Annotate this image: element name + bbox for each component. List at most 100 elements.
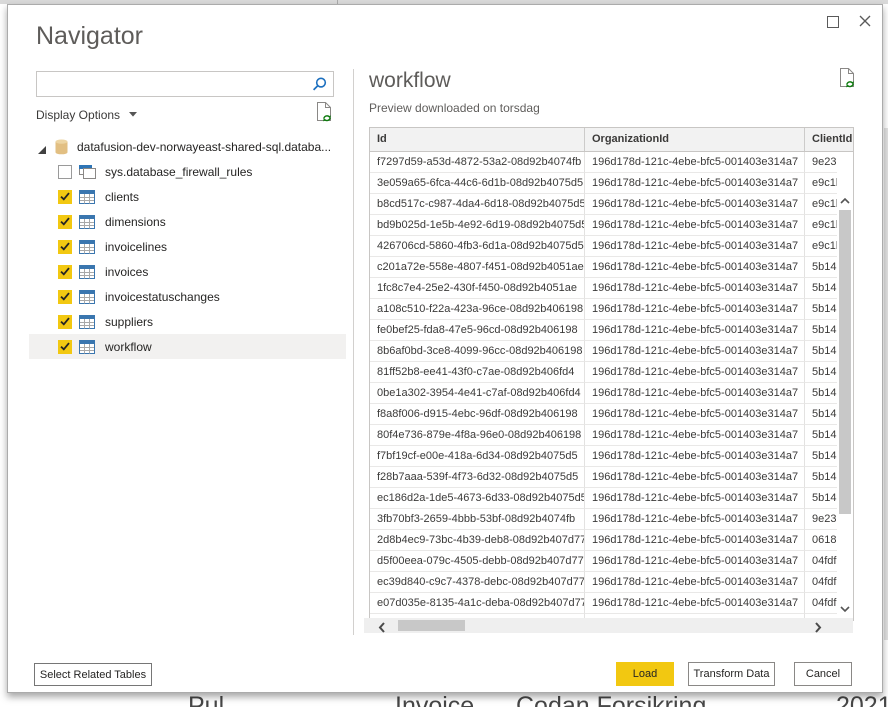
- table-row: ec39d840-c9c7-4378-debc-08d92b407d77196d…: [370, 572, 853, 593]
- navigation-tree: datafusion-dev-norwayeast-shared-sql.dat…: [29, 134, 346, 359]
- search-icon[interactable]: [311, 76, 328, 98]
- checkmark-icon: [60, 217, 70, 226]
- table-icon: [79, 240, 95, 254]
- tree-item-suppliers[interactable]: suppliers: [29, 309, 346, 334]
- table-cell: 3fb70bf3-2659-4bbb-53bf-08d92b4074fb: [370, 509, 585, 530]
- maximize-button[interactable]: [827, 16, 839, 28]
- checkbox[interactable]: [58, 190, 72, 204]
- scroll-up-icon[interactable]: [840, 192, 850, 200]
- table-icon: [79, 265, 95, 279]
- checkmark-icon: [60, 267, 70, 276]
- table-cell: b8cd517c-c987-4da4-6d18-08d92b4075d5: [370, 194, 585, 215]
- table-cell: ec186d2a-1de5-4673-6d33-08d92b4075d5: [370, 488, 585, 509]
- database-icon: [55, 139, 68, 155]
- search-input[interactable]: [41, 73, 309, 95]
- checkbox[interactable]: [58, 265, 72, 279]
- table-cell: 196d178d-121c-4ebe-bfc5-001403e314a7: [585, 425, 805, 446]
- table-cell: 196d178d-121c-4ebe-bfc5-001403e314a7: [585, 236, 805, 257]
- column-header-OrganizationId[interactable]: OrganizationId: [585, 128, 805, 151]
- table-row: c201a72e-558e-4807-f451-08d92b4051ae196d…: [370, 257, 853, 278]
- table-cell: 196d178d-121c-4ebe-bfc5-001403e314a7: [585, 362, 805, 383]
- cancel-button[interactable]: Cancel: [794, 662, 852, 686]
- collapse-triangle-icon[interactable]: [37, 142, 47, 152]
- table-cell: 196d178d-121c-4ebe-bfc5-001403e314a7: [585, 278, 805, 299]
- table-cell: 426706cd-5860-4fb3-6d1a-08d92b4075d5: [370, 236, 585, 257]
- table-cell: f28b7aaa-539f-4f73-6d32-08d92b4075d5: [370, 467, 585, 488]
- select-related-tables-button[interactable]: Select Related Tables: [34, 663, 152, 686]
- tree-item-invoicestatuschanges[interactable]: invoicestatuschanges: [29, 284, 346, 309]
- table-row: 80f4e736-879e-4f8a-96e0-08d92b406198196d…: [370, 425, 853, 446]
- table-row: ec186d2a-1de5-4673-6d33-08d92b4075d5196d…: [370, 488, 853, 509]
- display-options-dropdown[interactable]: Display Options: [36, 106, 137, 122]
- table-cell: 196d178d-121c-4ebe-bfc5-001403e314a7: [585, 341, 805, 362]
- tree-item-label: workflow: [105, 340, 152, 354]
- table-cell: f7297d59-a53d-4872-53a2-08d92b4074fb: [370, 152, 585, 173]
- table-cell: f8a8f006-d915-4ebc-96df-08d92b406198: [370, 404, 585, 425]
- tree-root-database[interactable]: datafusion-dev-norwayeast-shared-sql.dat…: [29, 134, 346, 159]
- column-header-Id[interactable]: Id: [370, 128, 585, 151]
- chevron-down-icon: [129, 106, 137, 120]
- table-cell: 1fc8c7e4-25e2-430f-f450-08d92b4051ae: [370, 278, 585, 299]
- table-icon: [79, 290, 95, 304]
- horizontal-scrollbar[interactable]: [364, 618, 853, 633]
- horizontal-scroll-thumb[interactable]: [398, 620, 465, 631]
- table-cell: 196d178d-121c-4ebe-bfc5-001403e314a7: [585, 215, 805, 236]
- table-icon: [79, 340, 95, 354]
- table-row: f7bf19cf-e00e-418a-6d34-08d92b4075d5196d…: [370, 446, 853, 467]
- background-text-fragment: Codan Forsikring: [516, 692, 706, 707]
- table-cell: 2d8b4ec9-73bc-4b39-deb8-08d92b407d77: [370, 530, 585, 551]
- checkbox[interactable]: [58, 315, 72, 329]
- tree-item-clients[interactable]: clients: [29, 184, 346, 209]
- table-cell: f7bf19cf-e00e-418a-6d34-08d92b4075d5: [370, 446, 585, 467]
- tree-item-label: suppliers: [105, 315, 153, 329]
- table-cell: 0be1a302-3954-4e41-c7af-08d92b406fd4: [370, 383, 585, 404]
- tree-item-label: clients: [105, 190, 139, 204]
- scroll-left-icon[interactable]: [378, 620, 386, 631]
- preview-data-grid: IdOrganizationIdClientId f7297d59-a53d-4…: [369, 127, 854, 621]
- table-cell: 196d178d-121c-4ebe-bfc5-001403e314a7: [585, 194, 805, 215]
- table-row: a108c510-f22a-423a-96ce-08d92b406198196d…: [370, 299, 853, 320]
- transform-data-button[interactable]: Transform Data: [688, 662, 775, 686]
- table-row: 8b6af0bd-3ce8-4099-96cc-08d92b406198196d…: [370, 341, 853, 362]
- table-row: f8a8f006-d915-4ebc-96df-08d92b406198196d…: [370, 404, 853, 425]
- tree-items: sys.database_firewall_rulesclients dimens…: [29, 159, 346, 359]
- checkmark-icon: [60, 242, 70, 251]
- refresh-icon[interactable]: [314, 101, 334, 128]
- checkmark-icon: [60, 317, 70, 326]
- checkbox[interactable]: [58, 240, 72, 254]
- checkbox[interactable]: [58, 165, 72, 179]
- scroll-right-icon[interactable]: [814, 620, 822, 631]
- background-text-fragment: 2021: [836, 692, 888, 707]
- tree-item-invoices[interactable]: invoices: [29, 259, 346, 284]
- scroll-down-icon[interactable]: [840, 600, 850, 608]
- tree-item-label: invoicelines: [105, 240, 167, 254]
- tree-item-dimensions[interactable]: dimensions: [29, 209, 346, 234]
- checkbox[interactable]: [58, 340, 72, 354]
- background-text-fragment: Pul: [188, 692, 224, 707]
- vertical-scroll-thumb[interactable]: [839, 210, 851, 514]
- background-text-fragment: Invoice: [395, 692, 474, 707]
- table-row: f7297d59-a53d-4872-53a2-08d92b4074fb196d…: [370, 152, 853, 173]
- table-cell: 80f4e736-879e-4f8a-96e0-08d92b406198: [370, 425, 585, 446]
- table-cell: c201a72e-558e-4807-f451-08d92b4051ae: [370, 257, 585, 278]
- table-icon: [79, 315, 95, 329]
- refresh-preview-icon[interactable]: [837, 67, 857, 94]
- column-header-ClientId[interactable]: ClientId: [805, 128, 853, 151]
- tree-root-label: datafusion-dev-norwayeast-shared-sql.dat…: [77, 140, 331, 154]
- checkmark-icon: [60, 342, 70, 351]
- table-cell: 196d178d-121c-4ebe-bfc5-001403e314a7: [585, 383, 805, 404]
- tree-item-sys.database_firewall_rules[interactable]: sys.database_firewall_rules: [29, 159, 346, 184]
- display-options-label: Display Options: [36, 108, 120, 122]
- tree-item-invoicelines[interactable]: invoicelines: [29, 234, 346, 259]
- preview-table-title: workflow: [369, 69, 451, 93]
- table-cell: 196d178d-121c-4ebe-bfc5-001403e314a7: [585, 593, 805, 614]
- checkbox[interactable]: [58, 215, 72, 229]
- vertical-scrollbar[interactable]: [837, 152, 853, 620]
- checkbox[interactable]: [58, 290, 72, 304]
- close-button[interactable]: [857, 13, 873, 29]
- tree-item-workflow[interactable]: workflow: [29, 334, 346, 359]
- table-cell: a108c510-f22a-423a-96ce-08d92b406198: [370, 299, 585, 320]
- load-button[interactable]: Load: [616, 662, 674, 686]
- table-row: e07d035e-8135-4a1c-deba-08d92b407d77196d…: [370, 593, 853, 614]
- background-app-scrollbar: [884, 128, 888, 640]
